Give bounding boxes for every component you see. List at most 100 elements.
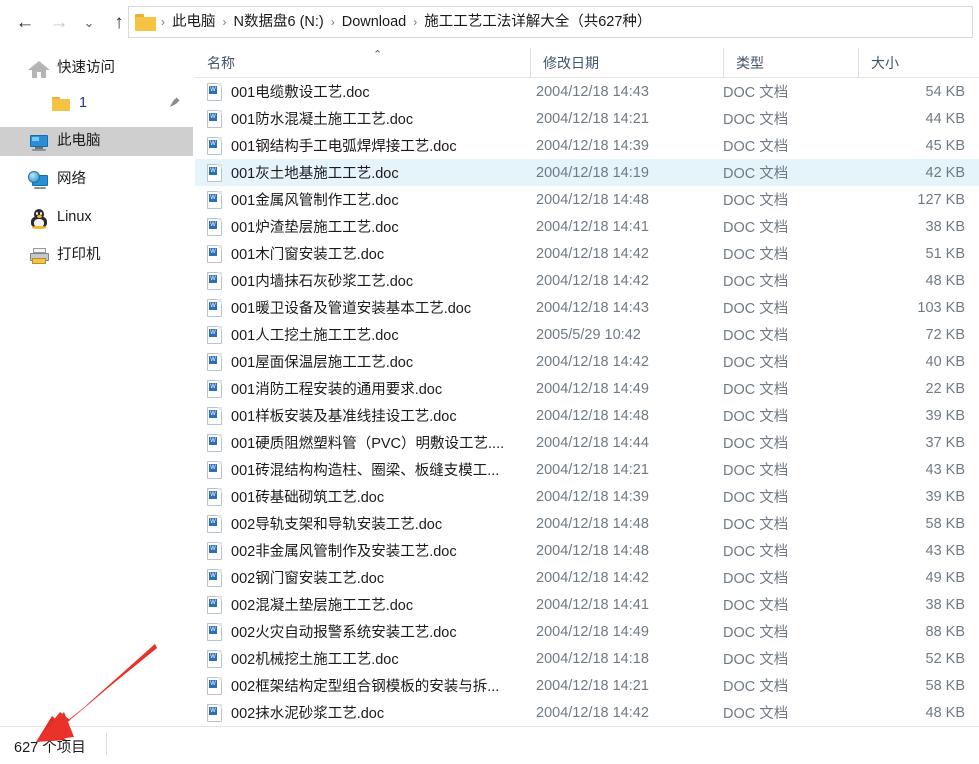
file-name-label: 002混凝土垫层施工工艺.doc [231, 598, 414, 614]
file-type-cell: DOC 文档 [723, 139, 789, 155]
sidebar-item-label: 此电脑 [57, 133, 101, 150]
file-size-cell: 44 KB [925, 110, 966, 127]
file-date-cell: 2004/12/18 14:48 [536, 515, 649, 532]
file-name-cell[interactable]: W 002导轨支架和导轨安装工艺.doc [207, 513, 442, 534]
forward-button[interactable]: → [42, 5, 76, 39]
recent-locations-chevron-down-icon[interactable]: ⌄ [76, 5, 102, 39]
table-row[interactable]: W 001木门窗安装工艺.doc 2004/12/18 14:42 DOC 文档 51 … [195, 240, 979, 267]
file-name-label: 001钢结构手工电弧焊焊接工艺.doc [231, 139, 457, 155]
file-name-cell[interactable]: W 001人工挖土施工工艺.doc [207, 324, 399, 345]
file-date-cell: 2004/12/18 14:39 [536, 137, 649, 154]
breadcrumb-item-0[interactable]: 此电脑 [167, 7, 221, 37]
file-name-label: 001木门窗安装工艺.doc [231, 247, 385, 263]
table-row[interactable]: W 001电缆敷设工艺.doc 2004/12/18 14:43 DOC 文档 54 K… [195, 78, 979, 105]
folder-icon [50, 94, 72, 114]
word-document-icon: W [207, 271, 222, 290]
file-name-cell[interactable]: W 001金属风管制作工艺.doc [207, 189, 399, 210]
file-name-cell[interactable]: W 002火灾自动报警系统安装工艺.doc [207, 621, 457, 642]
file-name-cell[interactable]: W 001屋面保温层施工工艺.doc [207, 351, 413, 372]
penguin-icon [28, 208, 50, 229]
file-name-cell[interactable]: W 001砖混结构构造柱、圈梁、板缝支模工... [207, 459, 499, 480]
file-name-cell[interactable]: W 002机械挖土施工工艺.doc [207, 648, 399, 669]
file-type-cell: DOC 文档 [723, 679, 789, 695]
file-type-cell: DOC 文档 [723, 85, 789, 101]
file-name-cell[interactable]: W 001硬质阻燃塑料管（PVC）明敷设工艺.... [207, 432, 504, 453]
file-name-cell[interactable]: W 002钢门窗安装工艺.doc [207, 567, 384, 588]
file-size-cell: 52 KB [925, 650, 966, 667]
file-name-cell[interactable]: W 001灰土地基施工工艺.doc [207, 162, 399, 183]
table-row[interactable]: W 001防水混凝土施工工艺.doc 2004/12/18 14:21 DOC 文档 4… [195, 105, 979, 132]
file-name-cell[interactable]: W 002混凝土垫层施工工艺.doc [207, 594, 413, 615]
file-name-cell[interactable]: W 001样板安装及基准线挂设工艺.doc [207, 405, 457, 426]
column-header-name[interactable]: 名称 [195, 48, 530, 78]
breadcrumb-item-3[interactable]: 施工工艺工法详解大全（共627种） [419, 7, 656, 37]
table-row[interactable]: W 001灰土地基施工工艺.doc 2004/12/18 14:19 DOC 文档 42… [195, 159, 979, 186]
table-row[interactable]: W 002混凝土垫层施工工艺.doc 2004/12/18 14:41 DOC 文档 3… [195, 591, 979, 618]
table-row[interactable]: W 001砖基础砌筑工艺.doc 2004/12/18 14:39 DOC 文档 39 … [195, 483, 979, 510]
column-header-size[interactable]: 大小 [858, 48, 979, 78]
file-name-cell[interactable]: W 002抹水泥砂浆工艺.doc [207, 702, 384, 723]
file-name-cell[interactable]: W 001暖卫设备及管道安装基本工艺.doc [207, 297, 471, 318]
file-date-cell: 2004/12/18 14:19 [536, 164, 649, 181]
file-name-cell[interactable]: W 001内墙抹石灰砂浆工艺.doc [207, 270, 413, 291]
column-header-name-label: 名称 [207, 55, 235, 71]
file-name-label: 001消防工程安装的通用要求.doc [231, 382, 443, 398]
file-name-cell[interactable]: W 001电缆敷设工艺.doc [207, 81, 370, 102]
file-name-cell[interactable]: W 001炉渣垫层施工工艺.doc [207, 216, 399, 237]
address-bar[interactable]: › 此电脑 › N数据盘6 (N:) › Download › 施工工艺工法详解… [128, 6, 973, 38]
table-row[interactable]: W 001内墙抹石灰砂浆工艺.doc 2004/12/18 14:42 DOC 文档 4… [195, 267, 979, 294]
back-button[interactable]: ← [8, 5, 42, 39]
column-header-type[interactable]: 类型 [723, 48, 858, 78]
table-row[interactable]: W 001钢结构手工电弧焊焊接工艺.doc 2004/12/18 14:39 DOC … [195, 132, 979, 159]
word-document-icon: W [207, 649, 222, 668]
breadcrumb-item-1[interactable]: N数据盘6 (N:) [229, 7, 329, 37]
sidebar-item-5[interactable]: 打印机 [0, 241, 193, 270]
breadcrumb-item-2[interactable]: Download [337, 7, 412, 37]
file-name-cell[interactable]: W 001砖基础砌筑工艺.doc [207, 486, 384, 507]
sidebar-item-3[interactable]: 网络 [0, 165, 193, 194]
file-name-cell[interactable]: W 001木门窗安装工艺.doc [207, 243, 384, 264]
table-row[interactable]: W 001样板安装及基准线挂设工艺.doc 2004/12/18 14:48 DOC … [195, 402, 979, 429]
folder-icon [135, 13, 156, 31]
table-row[interactable]: W 002框架结构定型组合钢模板的安装与拆... 2004/12/18 14:21 D… [195, 672, 979, 699]
sidebar-item-label: 快速访问 [57, 60, 115, 77]
file-name-label: 001灰土地基施工工艺.doc [231, 166, 399, 182]
file-type-cell: DOC 文档 [723, 490, 789, 506]
sidebar-item-2[interactable]: 此电脑 [0, 127, 193, 156]
pin-icon[interactable] [168, 96, 181, 112]
sidebar-item-1[interactable]: 1 [0, 89, 193, 118]
file-name-cell[interactable]: W 002框架结构定型组合钢模板的安装与拆... [207, 675, 499, 696]
file-name-cell[interactable]: W 002非金属风管制作及安装工艺.doc [207, 540, 457, 561]
file-name-cell[interactable]: W 001防水混凝土施工工艺.doc [207, 108, 413, 129]
table-row[interactable]: W 002非金属风管制作及安装工艺.doc 2004/12/18 14:48 DOC … [195, 537, 979, 564]
word-document-icon: W [207, 460, 222, 479]
table-row[interactable]: W 001硬质阻燃塑料管（PVC）明敷设工艺.... 2004/12/18 14:4… [195, 429, 979, 456]
table-row[interactable]: W 001金属风管制作工艺.doc 2004/12/18 14:48 DOC 文档 12… [195, 186, 979, 213]
file-type-cell: DOC 文档 [723, 571, 789, 587]
sidebar-item-label: 网络 [57, 171, 86, 188]
table-row[interactable]: W 001暖卫设备及管道安装基本工艺.doc 2004/12/18 14:43 DOC… [195, 294, 979, 321]
table-row[interactable]: W 002机械挖土施工工艺.doc 2004/12/18 14:18 DOC 文档 52… [195, 645, 979, 672]
file-name-label: 001屋面保温层施工工艺.doc [231, 355, 414, 371]
table-row[interactable]: W 002抹水泥砂浆工艺.doc 2004/12/18 14:42 DOC 文档 48 … [195, 699, 979, 726]
table-row[interactable]: W 001消防工程安装的通用要求.doc 2004/12/18 14:49 DOC 文… [195, 375, 979, 402]
file-size-cell: 88 KB [925, 623, 966, 640]
table-row[interactable]: W 002火灾自动报警系统安装工艺.doc 2004/12/18 14:49 DOC … [195, 618, 979, 645]
table-row[interactable]: W 002钢门窗安装工艺.doc 2004/12/18 14:42 DOC 文档 49 … [195, 564, 979, 591]
table-row[interactable]: W 001炉渣垫层施工工艺.doc 2004/12/18 14:41 DOC 文档 38… [195, 213, 979, 240]
file-name-cell[interactable]: W 001钢结构手工电弧焊焊接工艺.doc [207, 135, 457, 156]
sidebar-item-4[interactable]: Linux [0, 203, 193, 232]
table-row[interactable]: W 001人工挖土施工工艺.doc 2005/5/29 10:42 DOC 文档 72 … [195, 321, 979, 348]
file-list[interactable]: W 001电缆敷设工艺.doc 2004/12/18 14:43 DOC 文档 54 K… [195, 78, 979, 726]
column-header-date-label: 修改日期 [543, 55, 599, 71]
table-row[interactable]: W 001屋面保温层施工工艺.doc 2004/12/18 14:42 DOC 文档 4… [195, 348, 979, 375]
sidebar-item-0[interactable]: 快速访问 [0, 54, 193, 83]
file-size-cell: 58 KB [925, 515, 966, 532]
sidebar-item-label: 打印机 [57, 247, 101, 264]
table-row[interactable]: W 002导轨支架和导轨安装工艺.doc 2004/12/18 14:48 DOC 文… [195, 510, 979, 537]
file-name-cell[interactable]: W 001消防工程安装的通用要求.doc [207, 378, 442, 399]
file-size-cell: 58 KB [925, 677, 966, 694]
file-date-cell: 2004/12/18 14:48 [536, 191, 649, 208]
table-row[interactable]: W 001砖混结构构造柱、圈梁、板缝支模工... 2004/12/18 14:21 D… [195, 456, 979, 483]
column-header-date[interactable]: 修改日期 [530, 48, 723, 78]
